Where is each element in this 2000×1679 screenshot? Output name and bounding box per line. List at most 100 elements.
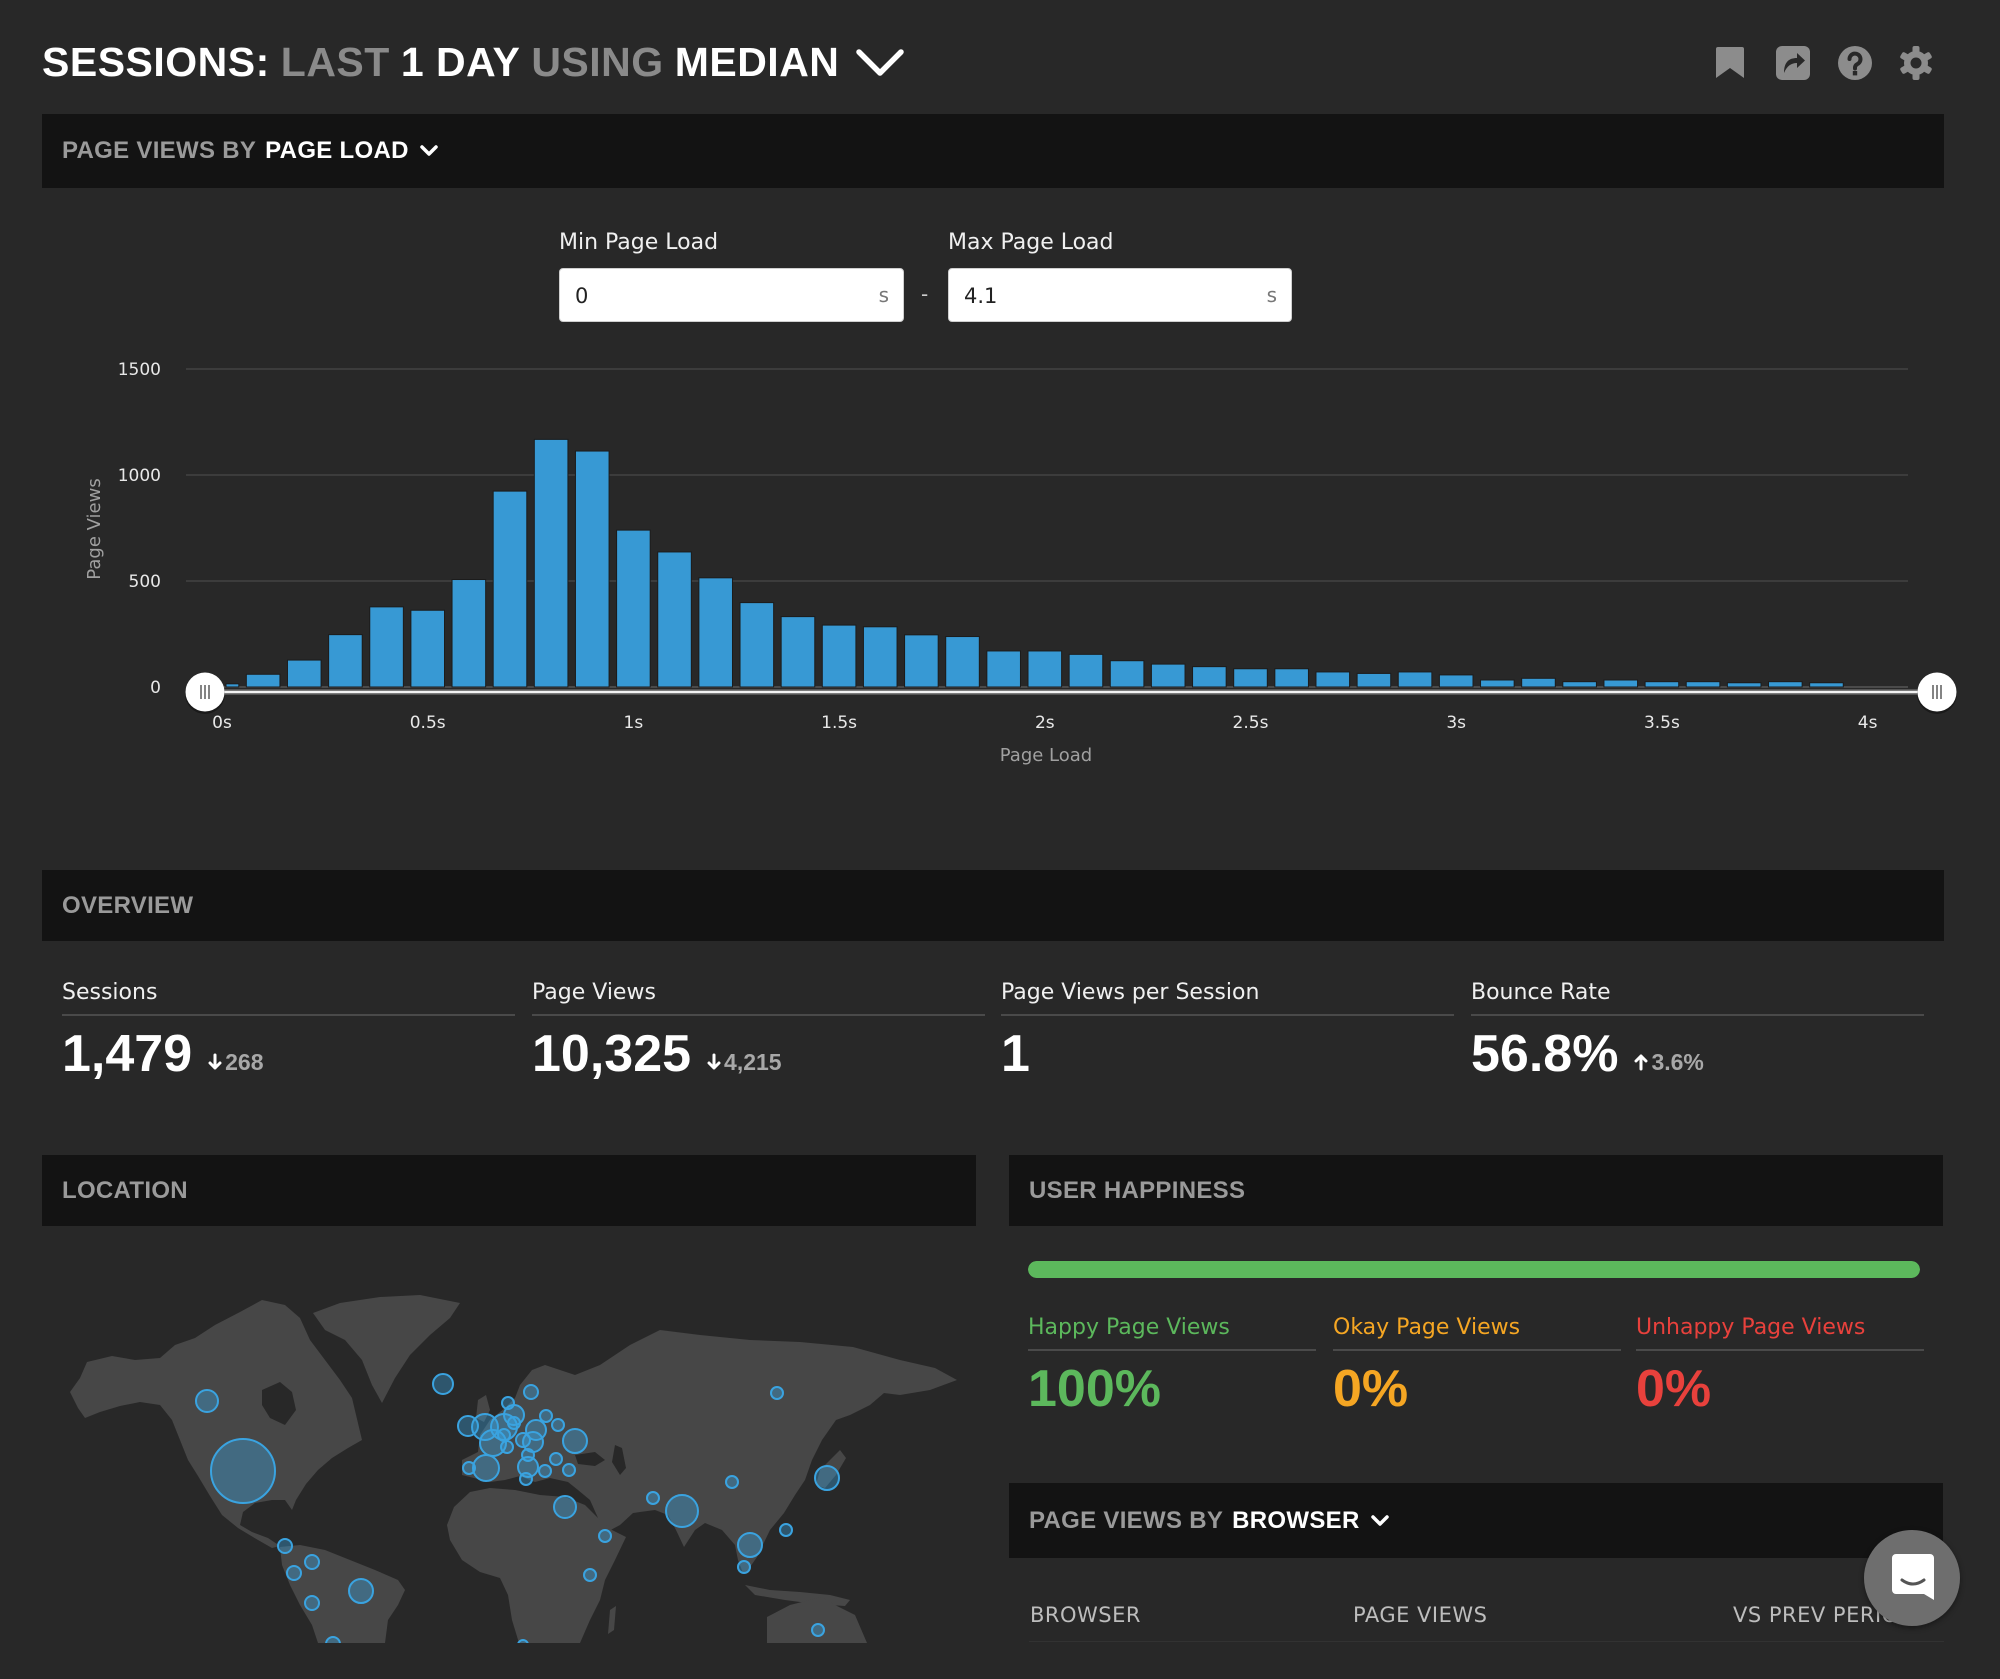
- location-bubble[interactable]: [538, 1464, 552, 1478]
- max-page-load-input[interactable]: [962, 281, 1226, 311]
- gear-icon[interactable]: [1898, 45, 1934, 81]
- location-bubble[interactable]: [598, 1529, 612, 1543]
- location-bubble[interactable]: [195, 1389, 219, 1413]
- land-north-america: [70, 1300, 362, 1548]
- user-happiness-panel-header: USER HAPPINESS: [1009, 1155, 1943, 1226]
- metric-delta: 3.6%: [1634, 1048, 1704, 1076]
- arrow-up-icon: [1634, 1054, 1648, 1071]
- histogram-bar[interactable]: [1397, 671, 1433, 688]
- share-icon[interactable]: [1775, 45, 1811, 81]
- histogram-bar[interactable]: [1809, 682, 1844, 688]
- location-bubble[interactable]: [539, 1409, 553, 1423]
- okay-value: 0%: [1333, 1360, 1409, 1418]
- histogram-bar[interactable]: [1150, 663, 1186, 688]
- land-south-america: [280, 1545, 405, 1643]
- delta-value: 3.6%: [1651, 1048, 1704, 1075]
- location-bubble[interactable]: [737, 1532, 763, 1558]
- unit-suffix: s: [1266, 283, 1277, 307]
- histogram-bar[interactable]: [1233, 668, 1268, 688]
- happy-value: 100%: [1028, 1360, 1161, 1418]
- metric-value: 56.8%: [1471, 1025, 1619, 1083]
- metric-value: 1: [1001, 1025, 1030, 1083]
- histogram-bar[interactable]: [1315, 671, 1351, 688]
- histogram-bar[interactable]: [1274, 668, 1309, 688]
- world-map[interactable]: [0, 0, 1000, 1679]
- location-bubble[interactable]: [497, 1428, 511, 1442]
- location-bubble[interactable]: [725, 1475, 739, 1489]
- happy-label: Happy Page Views: [1028, 1315, 1230, 1340]
- metric-label: Bounce Rate: [1471, 980, 1611, 1005]
- unhappy-value: 0%: [1636, 1360, 1712, 1418]
- location-bubble[interactable]: [811, 1623, 825, 1637]
- happiness-bar: [1028, 1261, 1920, 1278]
- location-bubble[interactable]: [551, 1418, 565, 1432]
- divider: [1471, 1014, 1924, 1016]
- histogram-bar[interactable]: [1521, 677, 1556, 688]
- x-tick-label: 2.5s: [1233, 713, 1269, 733]
- location-bubble[interactable]: [304, 1595, 320, 1611]
- chevron-down-icon[interactable]: [1370, 1514, 1390, 1528]
- histogram-bar[interactable]: [1027, 650, 1063, 688]
- divider: [1028, 1349, 1316, 1351]
- location-bubble[interactable]: [737, 1560, 751, 1574]
- histogram-bar[interactable]: [1644, 681, 1680, 688]
- location-bubble[interactable]: [665, 1494, 699, 1528]
- dimension-dropdown[interactable]: BROWSER: [1232, 1507, 1359, 1535]
- location-bubble[interactable]: [210, 1438, 276, 1504]
- location-bubble[interactable]: [583, 1568, 597, 1582]
- histogram-bar[interactable]: [1192, 666, 1227, 688]
- x-axis-title: Page Load: [1000, 745, 1092, 766]
- location-bubble[interactable]: [277, 1538, 293, 1554]
- location-bubble[interactable]: [523, 1384, 539, 1400]
- location-bubble[interactable]: [472, 1454, 500, 1482]
- chat-launcher-button[interactable]: [1864, 1530, 1960, 1626]
- location-bubble[interactable]: [562, 1463, 576, 1477]
- histogram-bar[interactable]: [1603, 679, 1639, 688]
- histogram-bar[interactable]: [1109, 660, 1145, 688]
- table-header-divider: [1029, 1641, 1944, 1642]
- panel-prefix: PAGE VIEWS BY: [1029, 1506, 1224, 1534]
- location-bubble[interactable]: [325, 1636, 341, 1651]
- divider: [1001, 1014, 1454, 1016]
- histogram-bar[interactable]: [1726, 682, 1762, 688]
- location-bubble[interactable]: [517, 1639, 529, 1650]
- histogram-bar[interactable]: [1356, 672, 1392, 688]
- location-bubble[interactable]: [507, 1416, 521, 1430]
- histogram-bar[interactable]: [1438, 674, 1474, 688]
- location-bubble[interactable]: [286, 1565, 302, 1581]
- location-bubble[interactable]: [432, 1373, 454, 1395]
- location-bubble[interactable]: [646, 1491, 660, 1505]
- histogram-bar[interactable]: [1768, 681, 1803, 688]
- x-tick-label: 3.5s: [1644, 713, 1680, 733]
- location-bubble[interactable]: [549, 1452, 563, 1466]
- land-madagascar: [608, 1606, 616, 1634]
- location-bubble[interactable]: [562, 1428, 588, 1454]
- chat-icon: [1892, 1554, 1934, 1600]
- location-bubble[interactable]: [779, 1523, 793, 1537]
- browser-panel-header: PAGE VIEWS BY BROWSER: [1009, 1483, 1943, 1558]
- location-bubble[interactable]: [519, 1472, 533, 1486]
- column-header-page-views[interactable]: PAGE VIEWS: [1353, 1603, 1487, 1627]
- divider: [1636, 1349, 1924, 1351]
- location-bubble[interactable]: [553, 1495, 577, 1519]
- location-bubble[interactable]: [770, 1386, 784, 1400]
- unhappy-label: Unhappy Page Views: [1636, 1315, 1866, 1340]
- happiness-bar-fill: [1028, 1261, 1920, 1278]
- x-tick-label: 3s: [1446, 713, 1466, 733]
- user-happiness-title: USER HAPPINESS: [1029, 1176, 1246, 1204]
- location-bubble[interactable]: [814, 1465, 840, 1491]
- histogram-bar[interactable]: [1562, 681, 1597, 688]
- histogram-bar[interactable]: [1068, 653, 1104, 688]
- x-tick-label: 2s: [1035, 713, 1055, 733]
- location-bubble[interactable]: [304, 1554, 320, 1570]
- help-icon[interactable]: [1837, 45, 1873, 81]
- location-bubble[interactable]: [500, 1440, 514, 1454]
- histogram-bar[interactable]: [1480, 679, 1515, 688]
- metric-label: Page Views per Session: [1001, 980, 1260, 1005]
- range-slider-max-handle[interactable]: [1917, 672, 1957, 715]
- location-bubble[interactable]: [348, 1578, 374, 1604]
- bookmark-icon[interactable]: [1712, 45, 1748, 81]
- divider: [1333, 1349, 1621, 1351]
- histogram-bar[interactable]: [1685, 681, 1721, 688]
- column-header-browser[interactable]: BROWSER: [1030, 1603, 1141, 1627]
